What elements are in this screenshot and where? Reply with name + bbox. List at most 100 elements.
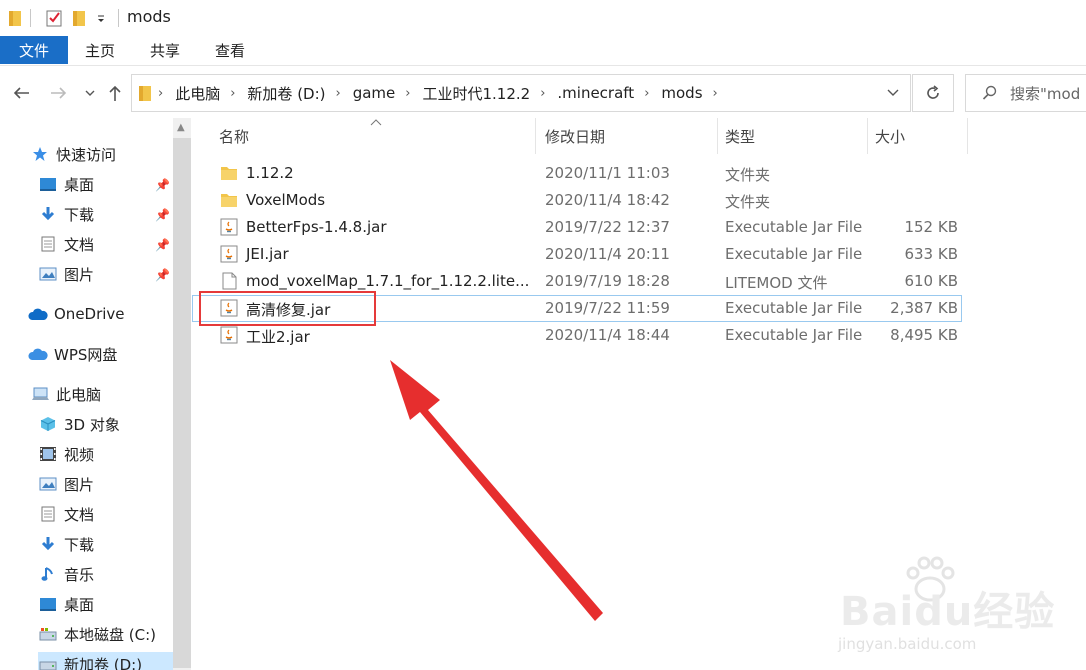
sidebar-item-music[interactable]: 音乐 [38, 562, 94, 586]
forward-arrow-icon[interactable] [50, 86, 68, 100]
column-header-size[interactable]: 大小 [875, 118, 905, 154]
computer-icon [30, 385, 50, 403]
sidebar-item-drive-d[interactable]: 新加卷 (D:) [38, 652, 173, 670]
file-type: LITEMOD 文件 [725, 274, 828, 292]
search-box[interactable]: 搜索"mod [965, 74, 1086, 112]
sidebar-item-label: 文档 [64, 235, 95, 254]
breadcrumb-chevron-icon[interactable]: › [399, 86, 416, 101]
sidebar-item-label: 桌面 [64, 595, 95, 614]
sidebar-item-label: 3D 对象 [64, 415, 120, 434]
sidebar-item-desktop[interactable]: 桌面 [38, 172, 94, 196]
window-title: mods [127, 7, 171, 26]
breadcrumb-chevron-icon[interactable]: › [707, 86, 724, 101]
star-icon [30, 145, 50, 163]
breadcrumb-this-pc[interactable]: 此电脑 [169, 83, 224, 104]
sidebar-item-downloads[interactable]: 下载 [38, 202, 94, 226]
column-header-modified[interactable]: 修改日期 [545, 118, 605, 154]
tab-share[interactable]: 共享 [150, 36, 180, 64]
chevron-down-icon[interactable] [96, 14, 106, 24]
sidebar-item-label: 此电脑 [56, 385, 102, 404]
cloud-icon [28, 305, 48, 323]
pin-icon: 📌 [155, 178, 170, 192]
sidebar-item-wps-drive[interactable]: WPS网盘 [28, 342, 117, 366]
sidebar-item-drive-c[interactable]: 本地磁盘 (C:) [38, 622, 156, 646]
sidebar-item-desktop-pc[interactable]: 桌面 [38, 592, 94, 616]
breadcrumb-mods[interactable]: mods [655, 84, 706, 102]
column-divider[interactable] [867, 118, 868, 154]
breadcrumb-chevron-icon[interactable]: › [638, 86, 655, 101]
sidebar-item-this-pc[interactable]: 此电脑 [30, 382, 101, 406]
breadcrumb-game[interactable]: game [347, 84, 400, 102]
tab-home[interactable]: 主页 [85, 36, 115, 64]
file-icon [222, 272, 237, 290]
sidebar-item-onedrive[interactable]: OneDrive [28, 302, 125, 326]
folder-icon [221, 167, 237, 180]
tab-view[interactable]: 查看 [215, 36, 245, 64]
recent-locations-chevron-icon[interactable] [84, 88, 96, 98]
file-row[interactable]: VoxelMods 2020/11/4 18:42 文件夹 [192, 187, 962, 214]
breadcrumb-chevron-icon[interactable]: › [330, 86, 347, 101]
sidebar-item-3d-objects[interactable]: 3D 对象 [38, 412, 120, 436]
new-folder-icon[interactable] [72, 9, 86, 27]
up-arrow-icon[interactable] [108, 84, 122, 102]
file-row[interactable]: JEI.jar 2020/11/4 20:11 Executable Jar F… [192, 241, 962, 268]
file-row[interactable]: 1.12.2 2020/11/1 11:03 文件夹 [192, 160, 962, 187]
picture-icon [38, 475, 58, 493]
cloud-icon [28, 345, 48, 363]
file-name: BetterFps-1.4.8.jar [246, 218, 387, 236]
sidebar-item-label: WPS网盘 [54, 345, 118, 364]
tab-file[interactable]: 文件 [0, 36, 68, 64]
sidebar-item-downloads-pc[interactable]: 下载 [38, 532, 94, 556]
column-divider[interactable] [717, 118, 718, 154]
column-divider[interactable] [967, 118, 968, 154]
sidebar-item-label: 视频 [64, 445, 95, 464]
scroll-up-icon[interactable]: ▲ [177, 122, 185, 133]
scrollbar-thumb[interactable] [173, 138, 191, 668]
drive-icon [38, 625, 58, 643]
breadcrumb-drive-d[interactable]: 新加卷 (D:) [241, 83, 329, 104]
breadcrumb-chevron-icon[interactable]: › [224, 86, 241, 101]
title-divider [30, 9, 31, 27]
address-bar[interactable]: › 此电脑 › 新加卷 (D:) › game › 工业时代1.12.2 › .… [131, 74, 911, 112]
pin-icon: 📌 [155, 268, 170, 282]
address-history-chevron-icon[interactable] [886, 83, 900, 103]
file-size: 152 KB [904, 218, 958, 236]
column-divider[interactable] [535, 118, 536, 154]
sidebar-item-videos[interactable]: 视频 [38, 442, 94, 466]
file-name: JEI.jar [246, 245, 289, 263]
navigation-pane: 快速访问 桌面 📌 下载 📌 文档 📌 图片 📌 OneDrive WPS网盘 … [0, 118, 192, 670]
sidebar-item-documents-pc[interactable]: 文档 [38, 502, 94, 526]
sidebar-item-quick-access[interactable]: 快速访问 [30, 142, 116, 166]
sidebar-item-pictures-pc[interactable]: 图片 [38, 472, 94, 496]
column-header-type[interactable]: 类型 [725, 118, 755, 154]
sidebar-scrollbar[interactable]: ▲ [173, 118, 191, 670]
java-jar-icon [220, 218, 238, 236]
file-size: 8,495 KB [890, 326, 958, 344]
picture-icon [38, 265, 58, 283]
breadcrumb-chevron-icon[interactable]: › [534, 86, 551, 101]
breadcrumb-chevron-icon[interactable]: › [152, 86, 169, 101]
back-arrow-icon[interactable] [12, 86, 30, 100]
video-icon [38, 445, 58, 463]
sidebar-item-pictures[interactable]: 图片 [38, 262, 94, 286]
sidebar-item-documents[interactable]: 文档 [38, 232, 94, 256]
folder-icon[interactable] [8, 9, 22, 27]
refresh-button[interactable] [912, 74, 954, 112]
properties-icon[interactable] [45, 9, 63, 27]
file-size: 610 KB [904, 272, 958, 290]
title-bar: mods [0, 0, 1086, 36]
ribbon-tabs: 文件 主页 共享 查看 [0, 36, 1086, 66]
sidebar-item-label: 快速访问 [56, 145, 117, 164]
pin-icon: 📌 [155, 208, 170, 222]
sidebar-item-label: 文档 [64, 505, 95, 524]
desktop-icon [38, 595, 58, 613]
pin-icon: 📌 [155, 238, 170, 252]
breadcrumb-minecraft[interactable]: .minecraft [551, 84, 638, 102]
breadcrumb-industrial-era[interactable]: 工业时代1.12.2 [416, 83, 534, 104]
drive-icon [38, 655, 58, 670]
column-header-name[interactable]: 名称 [219, 118, 249, 154]
search-input[interactable]: 搜索"mod [1010, 83, 1080, 104]
cube-icon [38, 415, 58, 433]
file-row[interactable]: BetterFps-1.4.8.jar 2019/7/22 12:37 Exec… [192, 214, 962, 241]
folder-icon [139, 86, 151, 101]
